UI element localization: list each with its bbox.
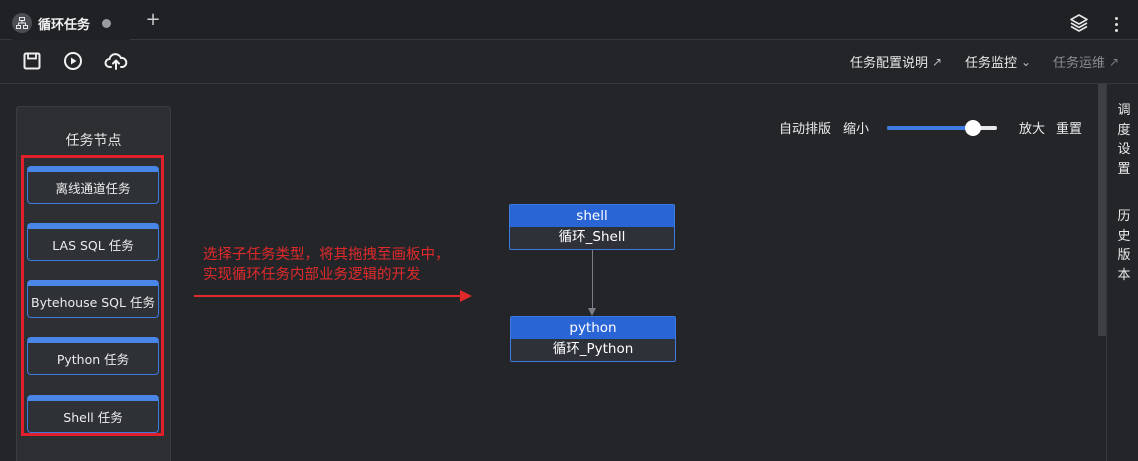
annotation-arrowhead-icon — [460, 290, 472, 302]
layers-icon[interactable] — [1068, 12, 1090, 34]
unsaved-dot-icon[interactable] — [102, 18, 112, 28]
palette-item-shell[interactable]: Shell 任务 — [27, 395, 159, 433]
task-monitor-label: 任务监控 — [965, 56, 1018, 71]
flow-edge-arrow-icon — [588, 308, 596, 316]
zoom-in-button[interactable]: 放大 — [1019, 118, 1045, 137]
more-vertical-icon[interactable] — [1108, 14, 1124, 34]
side-tab-label: 调度设置 — [1117, 103, 1131, 177]
workflow-icon — [12, 13, 32, 33]
cloud-upload-icon[interactable] — [104, 50, 128, 72]
annotation-text: 选择子任务类型，将其拖拽至画板中， 实现循环任务内部业务逻辑的开发 — [203, 245, 450, 285]
tab-loop-task[interactable]: 循环任务 — [12, 6, 130, 40]
flow-node-type: shell — [510, 205, 674, 227]
flow-node-type: python — [511, 317, 675, 339]
tab-bar — [0, 0, 1138, 40]
flow-node-python[interactable]: python 循环_Python — [510, 316, 676, 362]
annotation-arrow-line — [194, 295, 462, 297]
task-monitor-menu[interactable]: 任务监控 ⌄ — [965, 52, 1032, 72]
annotation-line-2: 实现循环任务内部业务逻辑的开发 — [203, 267, 421, 283]
external-link-icon: ↗ — [932, 54, 943, 69]
reset-button[interactable]: 重置 — [1056, 118, 1082, 137]
add-tab-button[interactable]: + — [144, 10, 162, 30]
side-panel-border — [1106, 84, 1107, 461]
zoom-slider-fill — [887, 126, 973, 130]
panel-scrollbar[interactable] — [1098, 84, 1106, 336]
external-link-icon: ↗ — [1109, 54, 1120, 69]
task-ops-link[interactable]: 任务运维 ↗ — [1053, 52, 1120, 72]
chevron-down-icon: ⌄ — [1021, 54, 1032, 69]
tab-title: 循环任务 — [38, 17, 91, 33]
auto-layout-button[interactable]: 自动排版 — [779, 118, 831, 137]
palette-item-offline-channel[interactable]: 离线通道任务 — [27, 166, 159, 204]
palette-item-bytehouse-sql[interactable]: Bytehouse SQL 任务 — [27, 280, 159, 318]
palette-item-python[interactable]: Python 任务 — [27, 337, 159, 375]
side-tab-history-versions[interactable]: 历史版本 — [1112, 207, 1136, 285]
flow-node-name: 循环_Shell — [510, 227, 674, 249]
side-tab-schedule-settings[interactable]: 调度设置 — [1112, 101, 1136, 179]
zoom-out-button[interactable]: 缩小 — [843, 118, 869, 137]
side-tab-label: 历史版本 — [1117, 209, 1131, 283]
task-ops-label: 任务运维 — [1053, 56, 1106, 71]
flow-node-name: 循环_Python — [511, 339, 675, 361]
task-config-doc-label: 任务配置说明 — [850, 56, 929, 71]
palette-item-las-sql[interactable]: LAS SQL 任务 — [27, 223, 159, 261]
save-icon[interactable] — [21, 50, 43, 72]
annotation-line-1: 选择子任务类型，将其拖拽至画板中， — [203, 247, 450, 263]
flow-node-shell[interactable]: shell 循环_Shell — [509, 204, 675, 250]
palette-title: 任务节点 — [65, 133, 122, 149]
flow-edge — [592, 248, 593, 312]
task-config-doc-link[interactable]: 任务配置说明 ↗ — [850, 52, 943, 72]
zoom-slider-handle[interactable] — [964, 120, 981, 136]
run-icon[interactable] — [62, 50, 84, 72]
